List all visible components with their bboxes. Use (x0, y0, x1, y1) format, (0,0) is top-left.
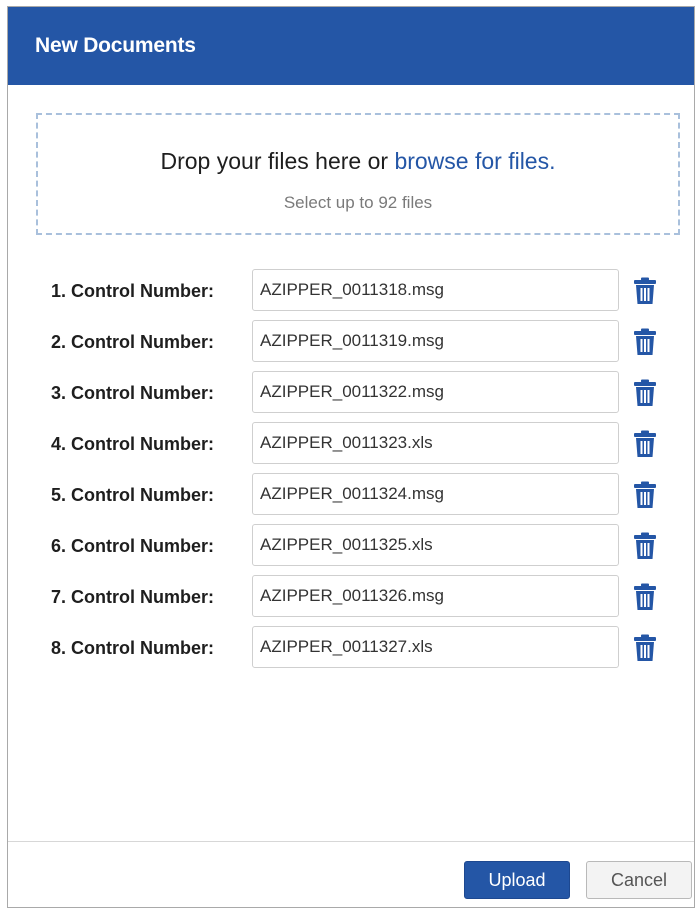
control-number-label: 7. Control Number: (51, 587, 215, 607)
control-number-row: 7. Control Number: (8, 575, 694, 619)
trash-icon[interactable] (633, 430, 657, 458)
control-number-input[interactable] (252, 473, 619, 515)
file-drop-zone[interactable]: Drop your files here or browse for files… (36, 113, 680, 235)
trash-icon[interactable] (633, 379, 657, 407)
control-number-input[interactable] (252, 626, 619, 668)
control-number-label: 5. Control Number: (51, 485, 215, 505)
trash-icon[interactable] (633, 277, 657, 305)
control-number-input[interactable] (252, 524, 619, 566)
dialog-title: New Documents (35, 34, 196, 57)
control-number-label: 4. Control Number: (51, 434, 215, 454)
control-number-label: 6. Control Number: (51, 536, 215, 556)
control-number-label: 8. Control Number: (51, 638, 215, 658)
browse-files-link[interactable]: browse for files. (394, 148, 555, 174)
cancel-button[interactable]: Cancel (586, 861, 692, 899)
control-number-row: 8. Control Number: (8, 626, 694, 670)
control-number-input[interactable] (252, 422, 619, 464)
control-number-label: 1. Control Number: (51, 281, 215, 301)
trash-icon[interactable] (633, 634, 657, 662)
control-number-input[interactable] (252, 320, 619, 362)
file-limit-hint: Select up to 92 files (283, 193, 433, 212)
drop-prompt-text: Drop your files here or (160, 148, 395, 174)
control-number-label: 3. Control Number: (51, 383, 215, 403)
control-number-label: 2. Control Number: (51, 332, 215, 352)
control-number-row: 1. Control Number: (8, 269, 694, 313)
control-number-row: 6. Control Number: (8, 524, 694, 568)
control-number-input[interactable] (252, 371, 619, 413)
control-number-row: 3. Control Number: (8, 371, 694, 415)
footer-divider (8, 841, 694, 842)
new-documents-dialog: New Documents Drop your files here or br… (7, 6, 695, 908)
upload-button[interactable]: Upload (464, 861, 570, 899)
control-number-input[interactable] (252, 269, 619, 311)
control-number-row: 4. Control Number: (8, 422, 694, 466)
trash-icon[interactable] (633, 532, 657, 560)
trash-icon[interactable] (633, 328, 657, 356)
control-number-input[interactable] (252, 575, 619, 617)
trash-icon[interactable] (633, 583, 657, 611)
dialog-header: New Documents (8, 7, 694, 85)
drop-prompt-line: Drop your files here or browse for files… (38, 148, 678, 175)
control-number-row: 5. Control Number: (8, 473, 694, 517)
trash-icon[interactable] (633, 481, 657, 509)
control-number-row: 2. Control Number: (8, 320, 694, 364)
